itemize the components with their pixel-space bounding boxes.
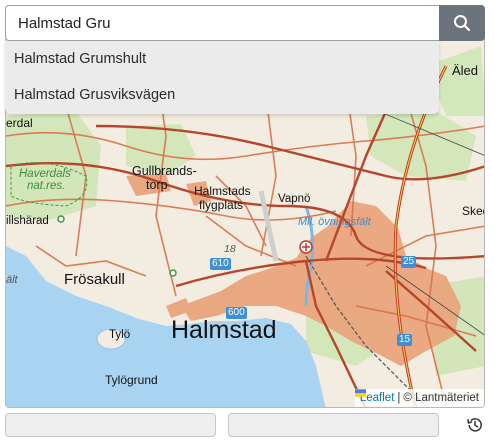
- search-input[interactable]: [5, 5, 440, 41]
- map-label-halmstad: Halmstad: [171, 316, 277, 344]
- map-label-ovningsfalt: Mll. övningsfält: [298, 216, 371, 228]
- suggestion-item[interactable]: Halmstad Grumshult: [5, 41, 439, 77]
- route-shield-600: 600: [226, 307, 247, 319]
- map-label-erdal: erdal: [6, 116, 33, 130]
- map-label-alt: ält: [6, 274, 18, 286]
- map-label-frosakull: Frösakull: [64, 271, 125, 288]
- suggestion-item[interactable]: Halmstad Grusviksvägen: [5, 77, 439, 113]
- search-button[interactable]: [439, 5, 485, 41]
- map-label-aled: Äled: [452, 63, 479, 78]
- route-shield-610: 610: [210, 258, 231, 270]
- route-shield-15: 15: [397, 334, 413, 346]
- map-label-gullbrandstorp-2: torp: [146, 178, 168, 192]
- map-label-vapno: Vapnö: [278, 193, 311, 205]
- suggestion-list: Halmstad Grumshult Halmstad Grusviksväge…: [5, 41, 439, 114]
- map-label-gullbrandstorp: Gullbrands-: [132, 164, 197, 178]
- map-label-tylogrund: Tylögrund: [105, 373, 158, 387]
- search-icon: [454, 15, 470, 31]
- history-button[interactable]: [462, 413, 488, 437]
- map-label-haverdals: Haverdals: [19, 168, 71, 180]
- footer-button-right[interactable]: [228, 413, 439, 437]
- map-label-tylo: Tylö: [109, 329, 131, 341]
- route-shield-25: 25: [401, 256, 417, 268]
- map-attribution: Leaflet | © Lantmäteriet: [354, 389, 484, 407]
- map-label-18: 18: [224, 243, 236, 255]
- footer-button-left[interactable]: [5, 413, 216, 437]
- map-label-halmstads: Halmstads: [194, 184, 251, 198]
- search-bar: [5, 5, 485, 41]
- attribution-copyright: © Lantmäteriet: [403, 392, 479, 404]
- history-icon: [467, 418, 482, 432]
- map-label-skedala: Skedala: [462, 204, 484, 218]
- map-label-natres: nat.res.: [27, 180, 66, 192]
- attribution-separator: |: [397, 392, 401, 404]
- ukraine-flag-icon: [354, 389, 366, 397]
- map-label-flygplats: flygplats: [199, 198, 244, 212]
- map-label-illsharad: illshärad: [6, 215, 49, 227]
